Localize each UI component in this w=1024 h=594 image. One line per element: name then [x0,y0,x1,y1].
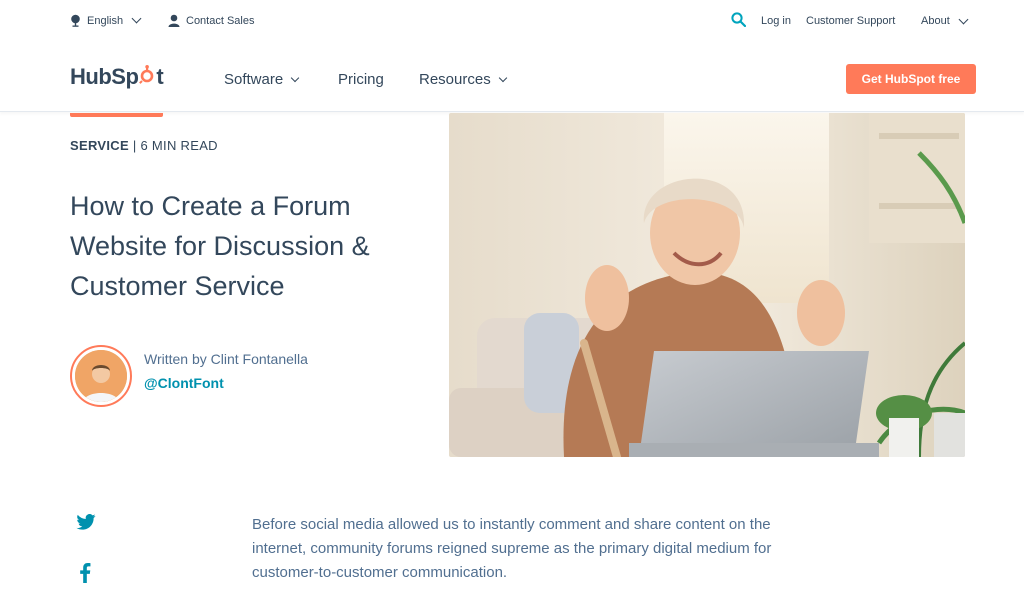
article-title: How to Create a Forum Website for Discus… [70,191,370,301]
search-button[interactable] [731,12,746,27]
twitter-icon [76,514,96,534]
nav-pricing-label: Pricing [338,71,384,88]
login-link[interactable]: Log in [761,15,791,27]
language-selector[interactable]: English [70,13,142,27]
about-menu[interactable]: About [921,14,969,27]
language-label: English [87,14,124,27]
about-label: About [921,15,950,27]
twitter-share-button[interactable] [76,514,96,535]
nav-resources-label: Resources [419,71,491,88]
sprocket-icon [138,64,156,90]
author-avatar-image [75,350,127,402]
logo-text: HubSp [70,64,139,89]
search-icon [731,12,746,27]
globe-icon [70,14,81,27]
utility-bar: English Contact Sales Log in Customer Su… [0,0,1024,44]
category-link[interactable]: SERVICE [70,138,129,153]
read-time: 6 MIN READ [140,138,218,153]
article-intro-paragraph: Before social media allowed us to instan… [252,516,772,581]
get-hubspot-free-button[interactable]: Get HubSpot free [846,64,976,94]
main-navigation: HubSp t Software Pricing Resources Get H… [0,44,1024,112]
person-icon [168,14,180,27]
chevron-down-icon [498,73,507,82]
contact-sales-link[interactable]: Contact Sales [168,14,254,27]
customer-support-link[interactable]: Customer Support [806,15,895,27]
author-byline: Written by Clint Fontanella [144,351,308,367]
chevron-down-icon [290,73,300,82]
nav-software[interactable]: Software [224,71,300,88]
customer-support-label: Customer Support [806,15,896,27]
chevron-down-icon [131,13,142,24]
author-avatar[interactable] [70,345,132,407]
chevron-down-icon [958,14,969,24]
facebook-icon [79,563,91,587]
meta-separator: | [132,138,137,153]
article-meta: SERVICE | 6 MIN READ [70,138,218,153]
hubspot-logo[interactable]: HubSp t [70,64,164,90]
contact-sales-label: Contact Sales [186,14,255,27]
hero-image [449,113,965,457]
facebook-share-button[interactable] [79,563,91,588]
category-accent-bar [70,113,163,117]
nav-software-label: Software [224,71,284,88]
author-twitter-handle[interactable]: @ClontFont [144,375,224,391]
login-label: Log in [761,15,791,27]
nav-pricing[interactable]: Pricing [338,71,384,88]
nav-resources[interactable]: Resources [419,71,507,88]
logo-text-end: t [156,64,164,89]
